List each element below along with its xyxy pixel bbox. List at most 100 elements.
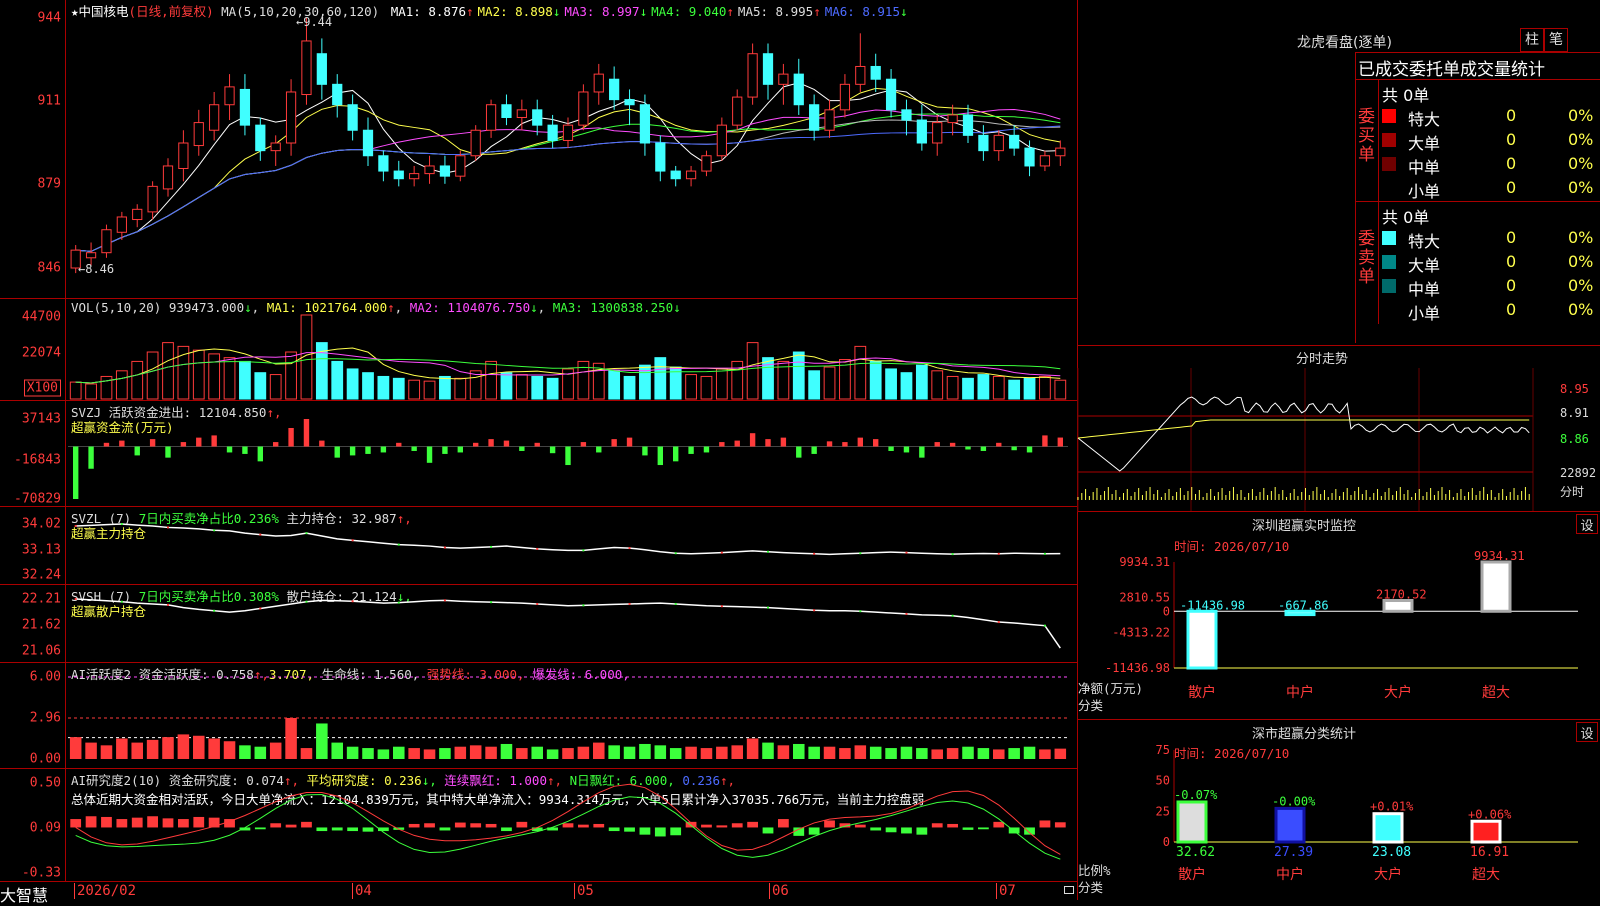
volume-bar [1023, 377, 1036, 400]
ai-research-chart[interactable] [68, 769, 1077, 881]
research-bar [193, 816, 205, 828]
vol-unit-button[interactable]: X100 [23, 379, 61, 397]
monitor-bar-label: -667.86 [1278, 598, 1329, 612]
research-bar [993, 821, 1005, 828]
kline-panel[interactable]: 944 911 879 846 ★中国核电(日线,前复权) MA(5,10,20… [0, 0, 1077, 299]
volume-bar [362, 372, 374, 400]
kline-chart[interactable] [68, 0, 1077, 299]
svzj-panel[interactable]: 37143 -16843 -70829 SVZJ 活跃资金进出: 12104.8… [0, 401, 1077, 507]
monitor-panel[interactable]: 深圳超赢实时监控 设 时间: 2026/07/10 9934.31 2810.55… [1078, 511, 1600, 719]
active-bar [346, 746, 359, 759]
fund-flow-bar [919, 446, 925, 458]
legend-name: 大单 [1408, 256, 1441, 275]
active-bar [1008, 748, 1020, 759]
lock-icon[interactable] [1064, 886, 1074, 894]
y-tick: 21.06 [21, 643, 61, 659]
fund-flow-bar [396, 442, 402, 447]
active-bar [654, 745, 667, 759]
monitor-bar-label: -11436.98 [1180, 598, 1245, 612]
legend-swatch [1382, 133, 1396, 147]
fund-flow-bar [565, 446, 571, 466]
volume-bar [146, 351, 159, 400]
y-tick: 879 [37, 176, 61, 192]
monitor-y-tick: -4313.22 [1112, 626, 1170, 640]
volume-panel[interactable]: 44700 22074 X100 VOL(5,10,20) 939473.000… [0, 299, 1077, 401]
fund-flow-bar [657, 446, 663, 466]
intraday-y-tick: 8.95 [1560, 382, 1589, 396]
legend-name: 特大 [1408, 232, 1441, 251]
intraday-chart[interactable] [1077, 368, 1600, 512]
candle-body [285, 91, 297, 144]
candle-body [747, 53, 758, 98]
y-tick: 944 [37, 10, 61, 26]
candle-body [978, 134, 989, 152]
fund-flow-bar [103, 442, 110, 447]
candle-body [1009, 134, 1020, 149]
fund-flow-bar [826, 441, 833, 447]
intraday-panel[interactable]: 分时走势 8.95 8.91 8.86 22892 分时 [1077, 345, 1600, 512]
legend-swatch [1382, 231, 1396, 245]
candle-body [824, 109, 835, 131]
candle-body [962, 114, 974, 136]
research-bar [654, 827, 666, 837]
volume-bar [223, 357, 236, 400]
fund-flow-bar [688, 446, 694, 454]
svzl-chart[interactable] [68, 507, 1077, 585]
legend-swatch [1382, 109, 1396, 123]
candle-body [916, 119, 927, 144]
research-bar [778, 819, 789, 828]
fund-flow-bar [165, 446, 171, 458]
candle-body [839, 83, 851, 111]
legend-count: 0 [1506, 228, 1517, 247]
bar-mode-button[interactable]: 柱 [1520, 28, 1544, 52]
svzl-panel[interactable]: 34.02 33.13 32.24 SVZL (7) 7日内买卖净占比0.236… [0, 507, 1077, 585]
candle-body [901, 109, 912, 121]
ai-research-panel[interactable]: 0.50 0.09 -0.33 AI研究度2(10) 资金研究度: 0.074↑… [0, 769, 1077, 881]
volume-bar [1054, 379, 1067, 400]
candle-body [178, 142, 189, 170]
candle-body [670, 170, 681, 180]
active-bar [869, 746, 882, 759]
active-bar [254, 746, 267, 759]
candle-body [870, 65, 881, 80]
legend-pct: 0% [1568, 252, 1594, 271]
candle-body [132, 208, 143, 221]
volume-bar [454, 377, 467, 400]
active-bar [608, 745, 620, 759]
legend-count: 0 [1506, 106, 1517, 125]
ai-active-chart[interactable] [68, 663, 1077, 769]
active-bar [1039, 749, 1051, 759]
fund-flow-bar [703, 446, 710, 453]
svzj-chart[interactable] [68, 401, 1077, 507]
candle-body [885, 78, 897, 111]
svsh-chart[interactable] [68, 585, 1077, 663]
ai-active-panel[interactable]: 6.00 2.96 0.00 AI活跃度2 资金活跃度: 0.758↑,3.70… [0, 663, 1077, 769]
classify-cat-label: 分类 [1078, 880, 1104, 895]
fund-flow-bar [134, 446, 140, 456]
active-bar [623, 746, 636, 759]
active-bar [808, 746, 820, 759]
active-bar [516, 748, 528, 759]
app-logo[interactable]: 大智慧 [0, 882, 48, 906]
svsh-panel[interactable]: 22.21 21.62 21.06 SVSH (7) 7日内买卖净占比0.308… [0, 585, 1077, 663]
sell-section: 委卖单 共 0单 特大 0 0% 大单 0 0% 中单 0 0% 小单 0 0% [1356, 201, 1600, 324]
svzj-y-axis: 37143 -16843 -70829 [0, 401, 66, 507]
research-bar [562, 823, 574, 828]
active-bar [377, 749, 390, 759]
classify-panel[interactable]: 深市超赢分类统计 设 时间: 2026/07/10 75 50 25 0 -0.07% 3… [1078, 719, 1600, 900]
volume-chart[interactable] [68, 299, 1077, 401]
research-bar [516, 821, 528, 828]
volume-bar [485, 360, 497, 400]
tick-mode-button[interactable]: 笔 [1544, 28, 1568, 52]
y-tick: 21.62 [21, 617, 61, 633]
active-bar [900, 746, 913, 759]
fund-flow-bar [519, 446, 525, 451]
active-bar [762, 742, 774, 759]
fund-flow-bar [1042, 435, 1048, 447]
fund-flow-bar [334, 446, 340, 458]
volume-bar [992, 375, 1005, 400]
volume-bar [515, 374, 528, 400]
active-bar [562, 748, 574, 759]
research-bar [716, 825, 728, 828]
fund-flow-bar [211, 435, 217, 447]
